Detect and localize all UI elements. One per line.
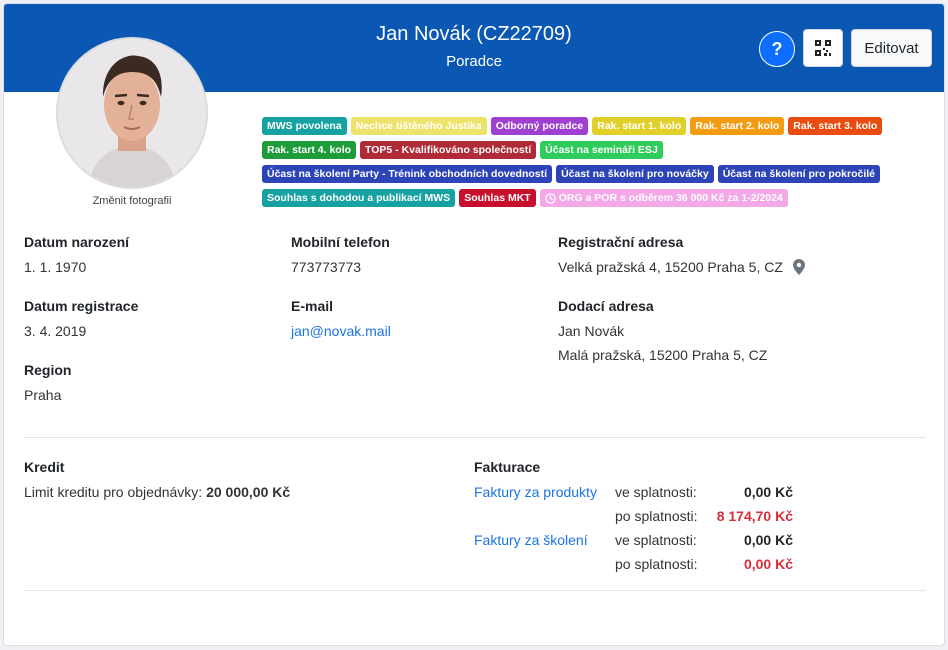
birth-date-value: 1. 1. 1970	[24, 259, 87, 275]
badge: Účast na školení pro nováčky	[556, 165, 714, 183]
registration-date-value: 3. 4. 2019	[24, 323, 87, 339]
products-overdue-amount: 8 174,70 Kč	[716, 508, 793, 524]
training-overdue-label: po splatnosti:	[615, 556, 698, 572]
badge: Nechce tištěného Justika	[350, 117, 487, 135]
training-due-label: ve splatnosti:	[615, 532, 697, 548]
clock-icon	[544, 192, 556, 204]
profile-card: Jan Novák (CZ22709) Poradce ? Editovat Z…	[3, 3, 945, 646]
products-overdue-label: po splatnosti:	[615, 508, 698, 524]
badge: Rak. start 4. kolo	[262, 141, 357, 159]
billing-title: Fakturace	[474, 459, 541, 475]
avatar-photo-icon	[58, 39, 206, 187]
region-value: Praha	[24, 387, 62, 403]
region-label: Region	[24, 362, 72, 378]
training-due-amount: 0,00 Kč	[743, 532, 793, 548]
training-overdue-amount: 0,00 Kč	[743, 556, 793, 572]
badge-label: ORG a POR s odběrem 36 000 Kč za 1-2/202…	[558, 192, 783, 204]
help-button[interactable]: ?	[759, 31, 795, 67]
edit-button[interactable]: Editovat	[851, 29, 932, 67]
qr-code-button[interactable]	[803, 29, 843, 67]
email-link[interactable]: jan@novak.mail	[291, 323, 391, 339]
training-invoices-link[interactable]: Faktury za školení	[474, 532, 588, 548]
avatar[interactable]	[56, 37, 208, 189]
products-due-label: ve splatnosti:	[615, 484, 697, 500]
birth-date-label: Datum narození	[24, 234, 130, 250]
phone-label: Mobilní telefon	[291, 234, 390, 250]
email-label: E-mail	[291, 298, 334, 314]
badge-list: MWS povolena Nechce tištěného Justika Od…	[262, 117, 922, 207]
divider	[24, 437, 926, 438]
credit-limit: Limit kreditu pro objednávky: 20 000,00 …	[24, 484, 290, 500]
badge: TOP5 - Kvalifikováno společností	[360, 141, 537, 159]
product-invoices-link[interactable]: Faktury za produkty	[474, 484, 597, 500]
registration-date-label: Datum registrace	[24, 298, 139, 314]
badge: MWS povolena	[262, 117, 347, 135]
products-due-amount: 0,00 Kč	[743, 484, 793, 500]
registration-address-label: Registrační adresa	[558, 234, 684, 250]
badge: Souhlas s dohodou a publikací MWS	[262, 189, 456, 207]
credit-title: Kredit	[24, 459, 65, 475]
badge: Účast na semináři ESJ	[540, 141, 663, 159]
badge: Rak. start 2. kolo	[690, 117, 785, 135]
qr-code-icon	[815, 40, 831, 56]
registration-address: Velká pražská 4, 15200 Praha 5, CZ	[558, 259, 805, 275]
delivery-name: Jan Novák	[558, 323, 625, 339]
badge: Souhlas MKT	[459, 189, 536, 207]
delivery-address-label: Dodací adresa	[558, 298, 654, 314]
credit-limit-value: 20 000,00 Kč	[206, 484, 291, 500]
map-pin-icon[interactable]	[792, 259, 805, 275]
registration-address-value: Velká pražská 4, 15200 Praha 5, CZ	[558, 259, 783, 275]
credit-limit-label: Limit kreditu pro objednávky:	[24, 484, 203, 500]
badge: Rak. start 1. kolo	[592, 117, 687, 135]
badge: ORG a POR s odběrem 36 000 Kč za 1-2/202…	[539, 189, 788, 207]
badge: Rak. start 3. kolo	[788, 117, 883, 135]
badge: Odborný poradce	[490, 117, 589, 135]
phone-value: 773773773	[291, 259, 362, 275]
divider	[24, 590, 926, 591]
badge: Účast na školení Party - Trénink obchodn…	[262, 165, 553, 183]
delivery-address: Malá pražská, 15200 Praha 5, CZ	[558, 347, 768, 363]
change-photo-link[interactable]: Změnit fotografii	[57, 195, 207, 207]
badge: Účast na školení pro pokročilé	[717, 165, 881, 183]
